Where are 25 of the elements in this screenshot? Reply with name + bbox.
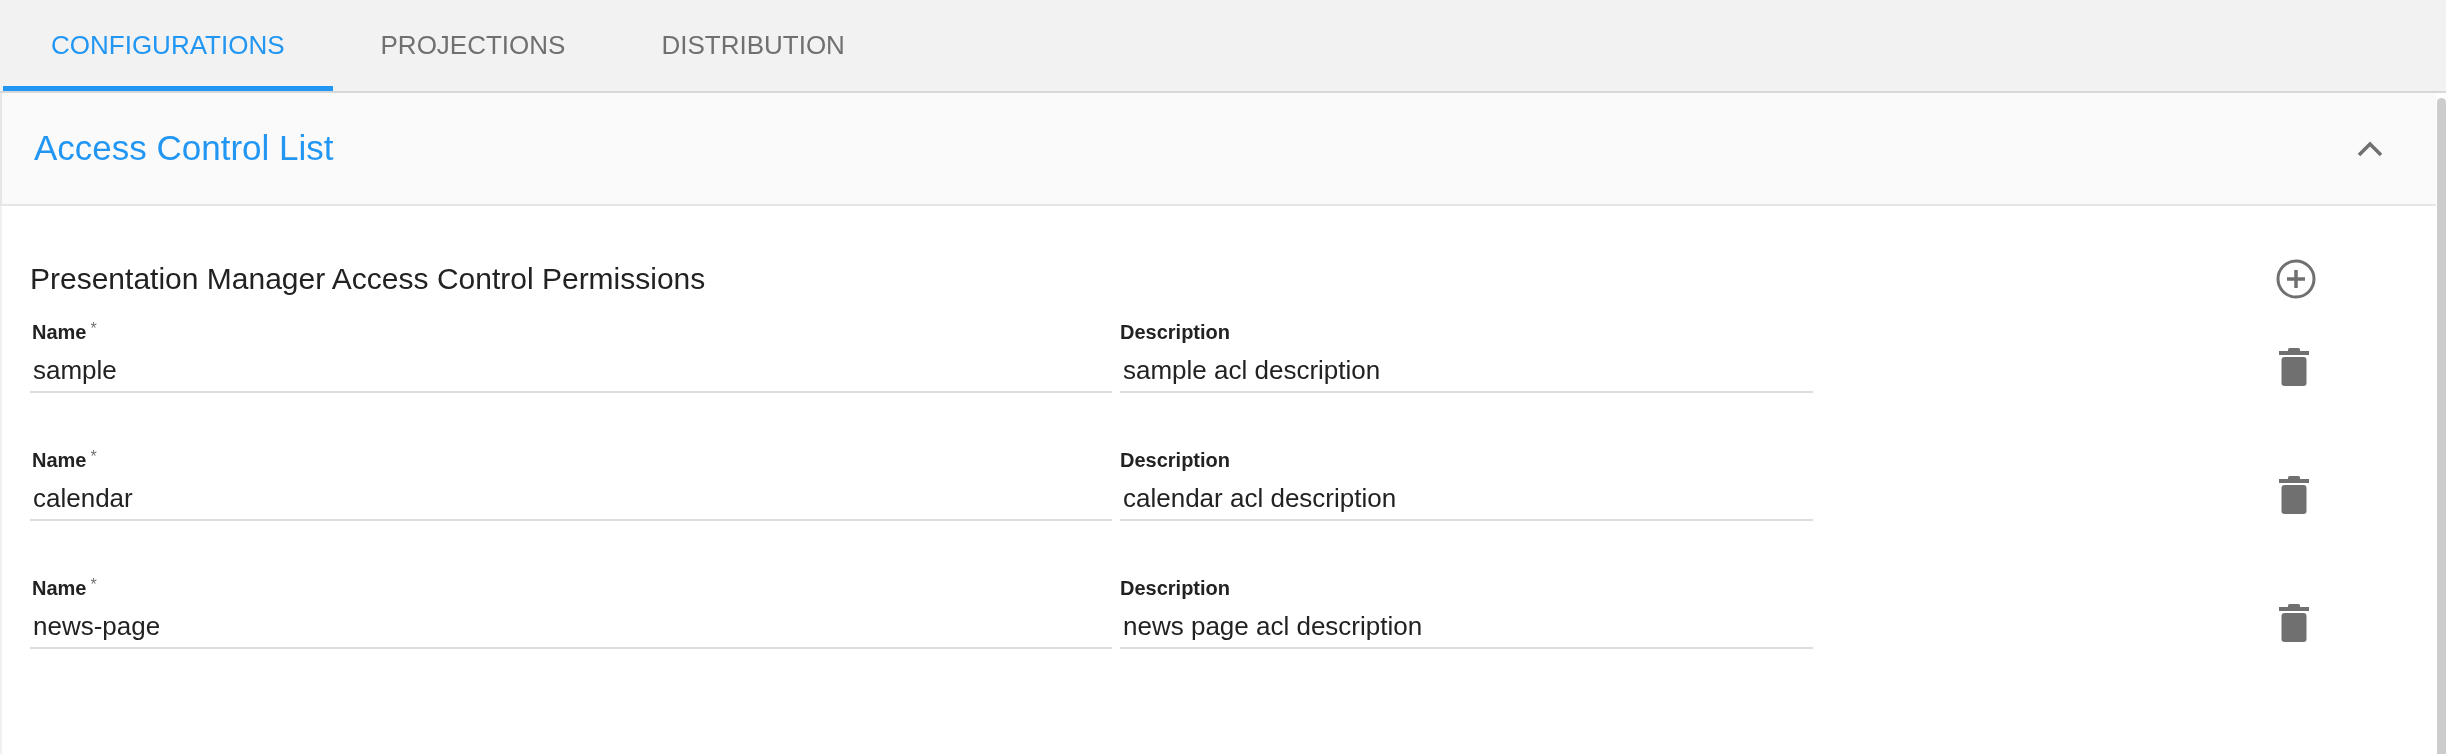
- scrollbar[interactable]: [2437, 98, 2446, 754]
- section-title: Presentation Manager Access Control Permissions: [30, 261, 706, 297]
- name-field[interactable]: sample: [30, 343, 1112, 393]
- description-field[interactable]: sample acl description: [1120, 343, 1813, 393]
- required-mark: *: [90, 575, 97, 595]
- field-label: Description: [1120, 576, 1232, 599]
- add-circle-icon: [2276, 258, 2316, 299]
- tab[interactable]: DISTRIBUTION: [613, 0, 893, 91]
- field-label: Name: [32, 576, 87, 601]
- field-label: Description: [1120, 320, 1232, 343]
- description-field[interactable]: calendar acl description: [1120, 471, 1813, 521]
- field-label: Name: [32, 320, 87, 345]
- required-mark: *: [90, 447, 97, 467]
- trash-icon: [2279, 348, 2309, 386]
- required-mark: *: [90, 319, 97, 339]
- chevron-up-icon: [2357, 140, 2383, 157]
- panel-title: Access Control List: [34, 127, 334, 170]
- name-field[interactable]: calendar: [30, 471, 1112, 521]
- name-field[interactable]: news-page: [30, 599, 1112, 649]
- description-field[interactable]: news page acl description: [1120, 599, 1813, 649]
- trash-icon: [2279, 476, 2309, 514]
- field-label: Name: [32, 448, 87, 473]
- field-label: Description: [1120, 448, 1232, 471]
- trash-icon: [2279, 604, 2309, 642]
- tab[interactable]: PROJECTIONS: [332, 0, 614, 91]
